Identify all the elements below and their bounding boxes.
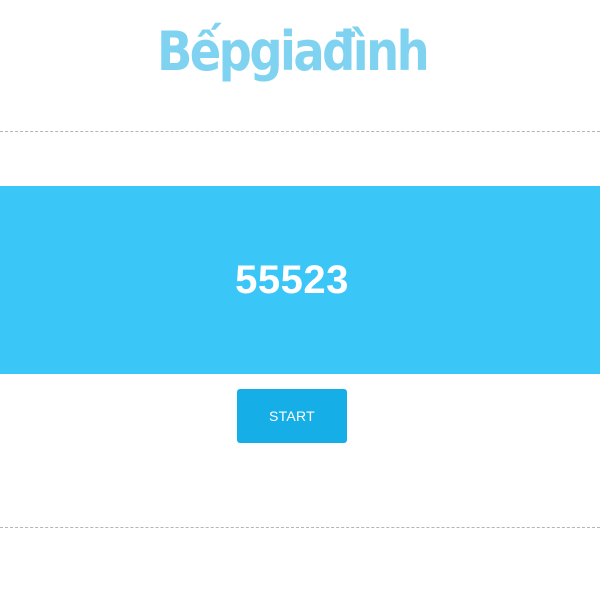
divider-top bbox=[0, 131, 600, 132]
brand-logo: Bếpgiađình bbox=[156, 20, 430, 83]
page: Bếpgiađình 55523 START bbox=[0, 0, 600, 600]
counter-value: 55523 bbox=[235, 258, 349, 302]
counter-banner: 55523 bbox=[0, 186, 600, 374]
divider-bottom bbox=[0, 527, 600, 528]
start-button[interactable]: START bbox=[237, 389, 347, 443]
